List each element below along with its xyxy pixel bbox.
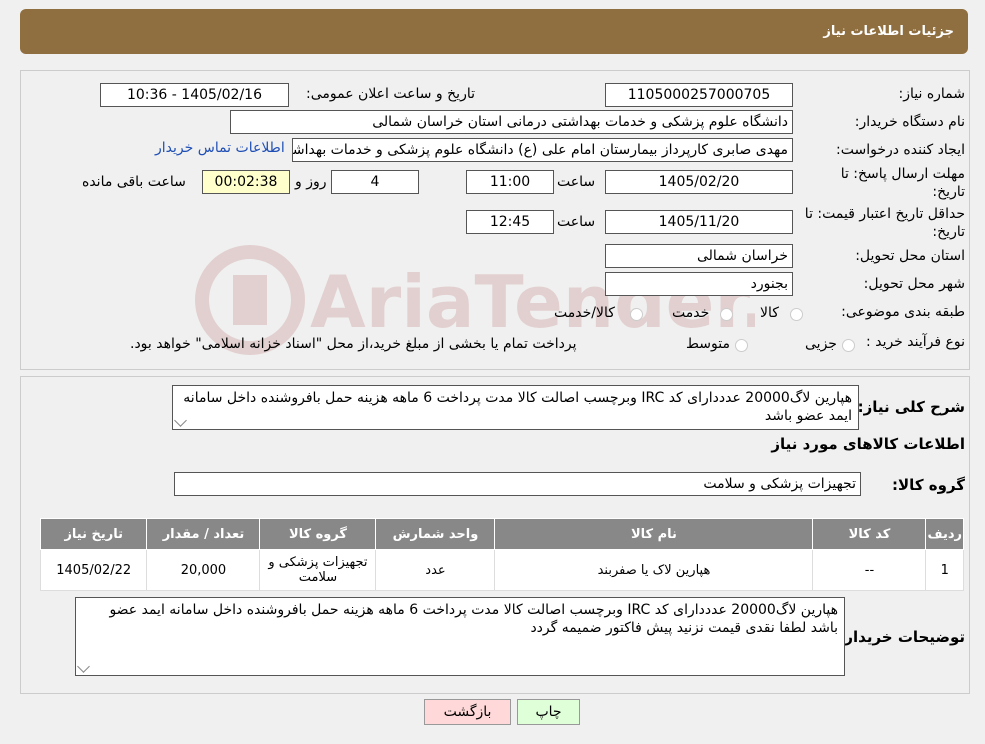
page-header: جزئیات اطلاعات نیاز bbox=[20, 9, 968, 54]
back-button[interactable]: بازگشت bbox=[424, 699, 511, 725]
print-button[interactable]: چاپ bbox=[517, 699, 580, 725]
category-radio-service[interactable] bbox=[720, 308, 733, 321]
deadline-time-label: ساعت bbox=[557, 174, 596, 190]
process-note: پرداخت تمام یا بخشی از مبلغ خرید،از محل … bbox=[130, 336, 577, 352]
buyer-org-label: نام دستگاه خریدار: bbox=[854, 114, 965, 130]
cell-qty: 20,000 bbox=[146, 549, 261, 591]
description-label: شرح کلی نیاز: bbox=[857, 398, 965, 416]
cell-group: تجهیزات پزشکی و سلامت bbox=[259, 549, 377, 591]
remaining-label: ساعت باقی مانده bbox=[82, 174, 186, 190]
category-option-goods: کالا bbox=[760, 305, 779, 321]
deadline-date-field: 1405/02/20 bbox=[605, 170, 793, 194]
col-code: کد کالا bbox=[812, 518, 927, 550]
page-title: جزئیات اطلاعات نیاز bbox=[823, 24, 954, 39]
need-number-label: شماره نیاز: bbox=[898, 86, 966, 102]
province-label: استان محل تحویل: bbox=[855, 248, 965, 264]
buyer-notes-textarea[interactable]: هپارین لاگ20000 عدددارای کد IRC وبرچسب ا… bbox=[75, 597, 845, 676]
contact-link[interactable]: اطلاعات تماس خریدار bbox=[155, 140, 285, 156]
table-row: 1 -- هپارین لاک یا صفربند عدد تجهیزات پز… bbox=[39, 549, 964, 591]
process-option-medium: متوسط bbox=[686, 336, 730, 352]
col-name: نام کالا bbox=[494, 518, 814, 550]
group-field: تجهیزات پزشکی و سلامت bbox=[174, 472, 861, 496]
need-number-field: 1105000257000705 bbox=[605, 83, 793, 107]
announce-label: تاریخ و ساعت اعلان عمومی: bbox=[306, 86, 475, 102]
process-radio-small[interactable] bbox=[842, 339, 855, 352]
province-field: خراسان شمالی bbox=[605, 244, 793, 268]
category-label: طبقه بندی موضوعی: bbox=[841, 304, 965, 320]
validity-date-field: 1405/11/20 bbox=[605, 210, 793, 234]
items-table: ردیف کد کالا نام کالا واحد شمارش گروه کا… bbox=[39, 518, 964, 591]
buyer-org-field: دانشگاه علوم پزشکی و خدمات بهداشتی درمان… bbox=[230, 110, 793, 134]
cell-row: 1 bbox=[925, 549, 964, 591]
buyer-notes-label: توضیحات خریدار: bbox=[838, 628, 965, 646]
cell-unit: عدد bbox=[375, 549, 496, 591]
col-unit: واحد شمارش bbox=[375, 518, 496, 550]
deadline-time-field: 11:00 bbox=[466, 170, 554, 194]
col-date: تاریخ نیاز bbox=[39, 518, 148, 550]
cell-code: -- bbox=[812, 549, 927, 591]
cell-date: 1405/02/22 bbox=[39, 549, 148, 591]
col-group: گروه کالا bbox=[259, 518, 377, 550]
deadline-label: مهلت ارسال پاسخ: تا bbox=[840, 166, 965, 182]
validity-time-label: ساعت bbox=[557, 214, 596, 230]
city-field: بجنورد bbox=[605, 272, 793, 296]
creator-field: مهدی صابری کارپرداز بیمارستان امام علی (… bbox=[292, 138, 793, 162]
category-radio-goods[interactable] bbox=[790, 308, 803, 321]
category-option-service: خدمت bbox=[672, 305, 710, 321]
process-option-small: جزیی bbox=[805, 336, 837, 352]
col-row: ردیف bbox=[925, 518, 964, 550]
category-radio-both[interactable] bbox=[630, 308, 643, 321]
cell-name: هپارین لاک یا صفربند bbox=[494, 549, 814, 591]
creator-label: ایجاد کننده درخواست: bbox=[836, 142, 965, 158]
process-radio-medium[interactable] bbox=[735, 339, 748, 352]
validity-label: حداقل تاریخ اعتبار قیمت: تا bbox=[804, 206, 965, 222]
col-qty: تعداد / مقدار bbox=[146, 518, 261, 550]
category-option-both: کالا/خدمت bbox=[554, 305, 615, 321]
days-label: روز و bbox=[295, 174, 327, 190]
process-label: نوع فرآیند خرید : bbox=[866, 334, 965, 350]
announce-field: 1405/02/16 - 10:36 bbox=[100, 83, 289, 107]
city-label: شهر محل تحویل: bbox=[863, 276, 965, 292]
group-label: گروه کالا: bbox=[892, 476, 965, 494]
validity-label-2: تاریخ: bbox=[932, 224, 965, 240]
deadline-label-2: تاریخ: bbox=[932, 184, 965, 200]
table-header-row: ردیف کد کالا نام کالا واحد شمارش گروه کا… bbox=[39, 518, 964, 550]
items-section-title: اطلاعات کالاهای مورد نیاز bbox=[771, 435, 965, 453]
description-textarea[interactable]: هپارین لاگ20000 عدددارای کد IRC وبرچسب ا… bbox=[172, 385, 859, 430]
days-field: 4 bbox=[331, 170, 419, 194]
remaining-time-field: 00:02:38 bbox=[202, 170, 290, 194]
validity-time-field: 12:45 bbox=[466, 210, 554, 234]
